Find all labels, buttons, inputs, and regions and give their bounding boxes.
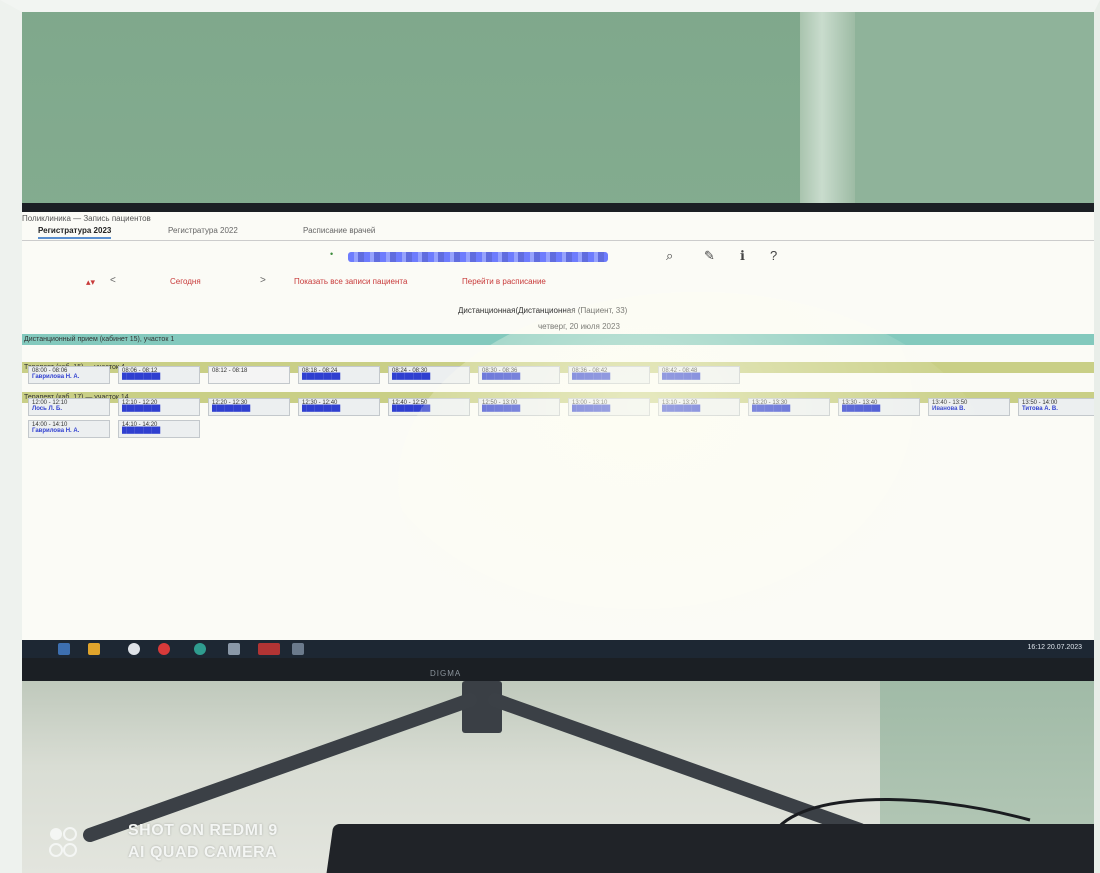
photo: Поликлиника — Запись пациентов Регистрат… [0,0,1100,873]
watermark-line-1: SHOT ON REDMI 9 [128,822,278,839]
keyboard [326,824,1100,873]
watermark-line-2: AI QUAD CAMERA [128,844,278,861]
stand-legs [83,693,1031,842]
stand-leg-left [83,693,477,842]
camera-logo-icon [49,827,77,857]
